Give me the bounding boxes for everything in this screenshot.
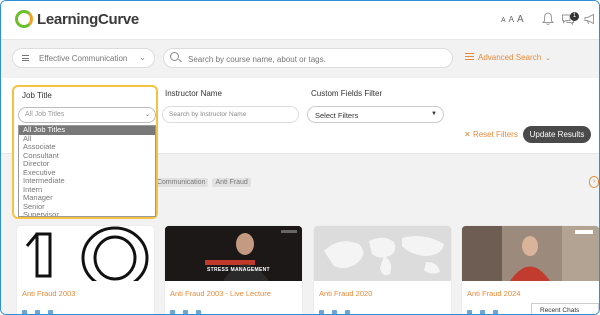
course-card[interactable]: Anti Fraud 2020 bbox=[314, 226, 451, 314]
job-title-options: All Job Titles All Associate Consultant Dire… bbox=[18, 125, 156, 217]
logo-icon bbox=[15, 10, 33, 28]
tag-item[interactable]: Anti Fraud bbox=[212, 178, 251, 187]
card-meta-icons bbox=[170, 310, 201, 314]
chevron-down-icon: ⌄ bbox=[545, 54, 552, 62]
font-small-button[interactable]: A bbox=[501, 17, 506, 24]
chevron-down-icon: ⌄ bbox=[139, 53, 146, 62]
advanced-search-label: Advanced Search bbox=[478, 53, 542, 62]
job-title-option[interactable]: All Job Titles bbox=[19, 126, 155, 135]
chevron-down-icon: ⌄ bbox=[144, 112, 150, 118]
course-thumbnail bbox=[17, 226, 154, 281]
job-title-filter: Job Title All Job Titles ⌄ All Job Title… bbox=[12, 85, 158, 219]
course-title[interactable]: Anti Fraud 2003 - Live Lecture bbox=[170, 289, 271, 298]
course-select[interactable]: Effective Communication ⌄ bbox=[12, 48, 155, 68]
instructor-input[interactable]: Search by Instructor Name bbox=[162, 106, 299, 123]
close-icon: ✕ bbox=[464, 130, 471, 139]
chevron-down-icon: ▼ bbox=[431, 111, 437, 117]
next-arrow-button[interactable]: › bbox=[589, 176, 599, 188]
card-meta-icons bbox=[319, 310, 350, 314]
course-thumbnail bbox=[314, 226, 451, 281]
job-title-label: Job Title bbox=[22, 91, 52, 100]
course-thumbnail: STRESS MANAGEMENT bbox=[165, 226, 302, 281]
custom-fields-value: Select Filters bbox=[315, 111, 359, 120]
job-title-option[interactable]: Supervisor bbox=[19, 210, 155, 216]
search-field[interactable] bbox=[163, 48, 453, 68]
custom-fields-label: Custom Fields Filter bbox=[311, 89, 383, 98]
logo-text: LearningCurve bbox=[37, 10, 139, 28]
thumbnail-art-presenter bbox=[462, 226, 599, 281]
search-input[interactable] bbox=[186, 51, 450, 67]
logo[interactable]: LearningCurve bbox=[15, 10, 139, 28]
font-size-controls: A A A bbox=[501, 14, 524, 25]
tag-list: e Communication Anti Fraud bbox=[148, 178, 251, 187]
recent-chats-tab[interactable]: Recent Chats bbox=[531, 303, 599, 314]
course-title[interactable]: Anti Fraud 2003 bbox=[22, 289, 75, 298]
advanced-search-toggle[interactable]: Advanced Search ⌄ bbox=[465, 53, 551, 62]
course-select-value: Effective Communication bbox=[39, 54, 128, 63]
thumbnail-art-world-map bbox=[314, 226, 451, 281]
course-title[interactable]: Anti Fraud 2020 bbox=[319, 289, 372, 298]
reset-filters-button[interactable]: ✕ Reset Filters bbox=[464, 130, 518, 139]
card-meta-icons bbox=[22, 310, 53, 314]
notification-badge: 1 bbox=[570, 12, 579, 21]
course-card[interactable]: Anti Fraud 2024 bbox=[462, 226, 599, 314]
top-header: LearningCurve A A A 1 bbox=[1, 1, 599, 40]
thumbnail-caption: STRESS MANAGEMENT bbox=[207, 267, 270, 273]
course-card[interactable]: STRESS MANAGEMENT Anti Fraud 2003 - Live… bbox=[165, 226, 302, 314]
megaphone-icon[interactable] bbox=[583, 12, 597, 26]
search-bar: Effective Communication ⌄ Advanced Searc… bbox=[1, 40, 599, 78]
card-meta-icons bbox=[467, 310, 498, 314]
reset-filters-label: Reset Filters bbox=[472, 130, 518, 139]
app-window: LearningCurve A A A 1 Effective Communic… bbox=[0, 0, 600, 315]
update-results-button[interactable]: Update Results bbox=[523, 126, 591, 143]
thumbnail-art-10 bbox=[25, 226, 149, 281]
job-title-select-value: All Job Titles bbox=[25, 111, 65, 118]
menu-icon bbox=[22, 55, 29, 63]
font-large-button[interactable]: A bbox=[517, 14, 524, 25]
instructor-label: Instructor Name bbox=[165, 89, 222, 98]
course-card[interactable]: Anti Fraud 2003 bbox=[17, 226, 154, 314]
sliders-icon bbox=[465, 53, 474, 62]
search-icon bbox=[170, 52, 179, 61]
course-title[interactable]: Anti Fraud 2024 bbox=[467, 289, 520, 298]
custom-fields-select[interactable]: Select Filters ▼ bbox=[307, 106, 444, 123]
bell-icon[interactable] bbox=[541, 12, 555, 26]
course-thumbnail bbox=[462, 226, 599, 281]
job-title-select[interactable]: All Job Titles ⌄ bbox=[18, 107, 156, 123]
font-medium-button[interactable]: A bbox=[509, 15, 514, 24]
